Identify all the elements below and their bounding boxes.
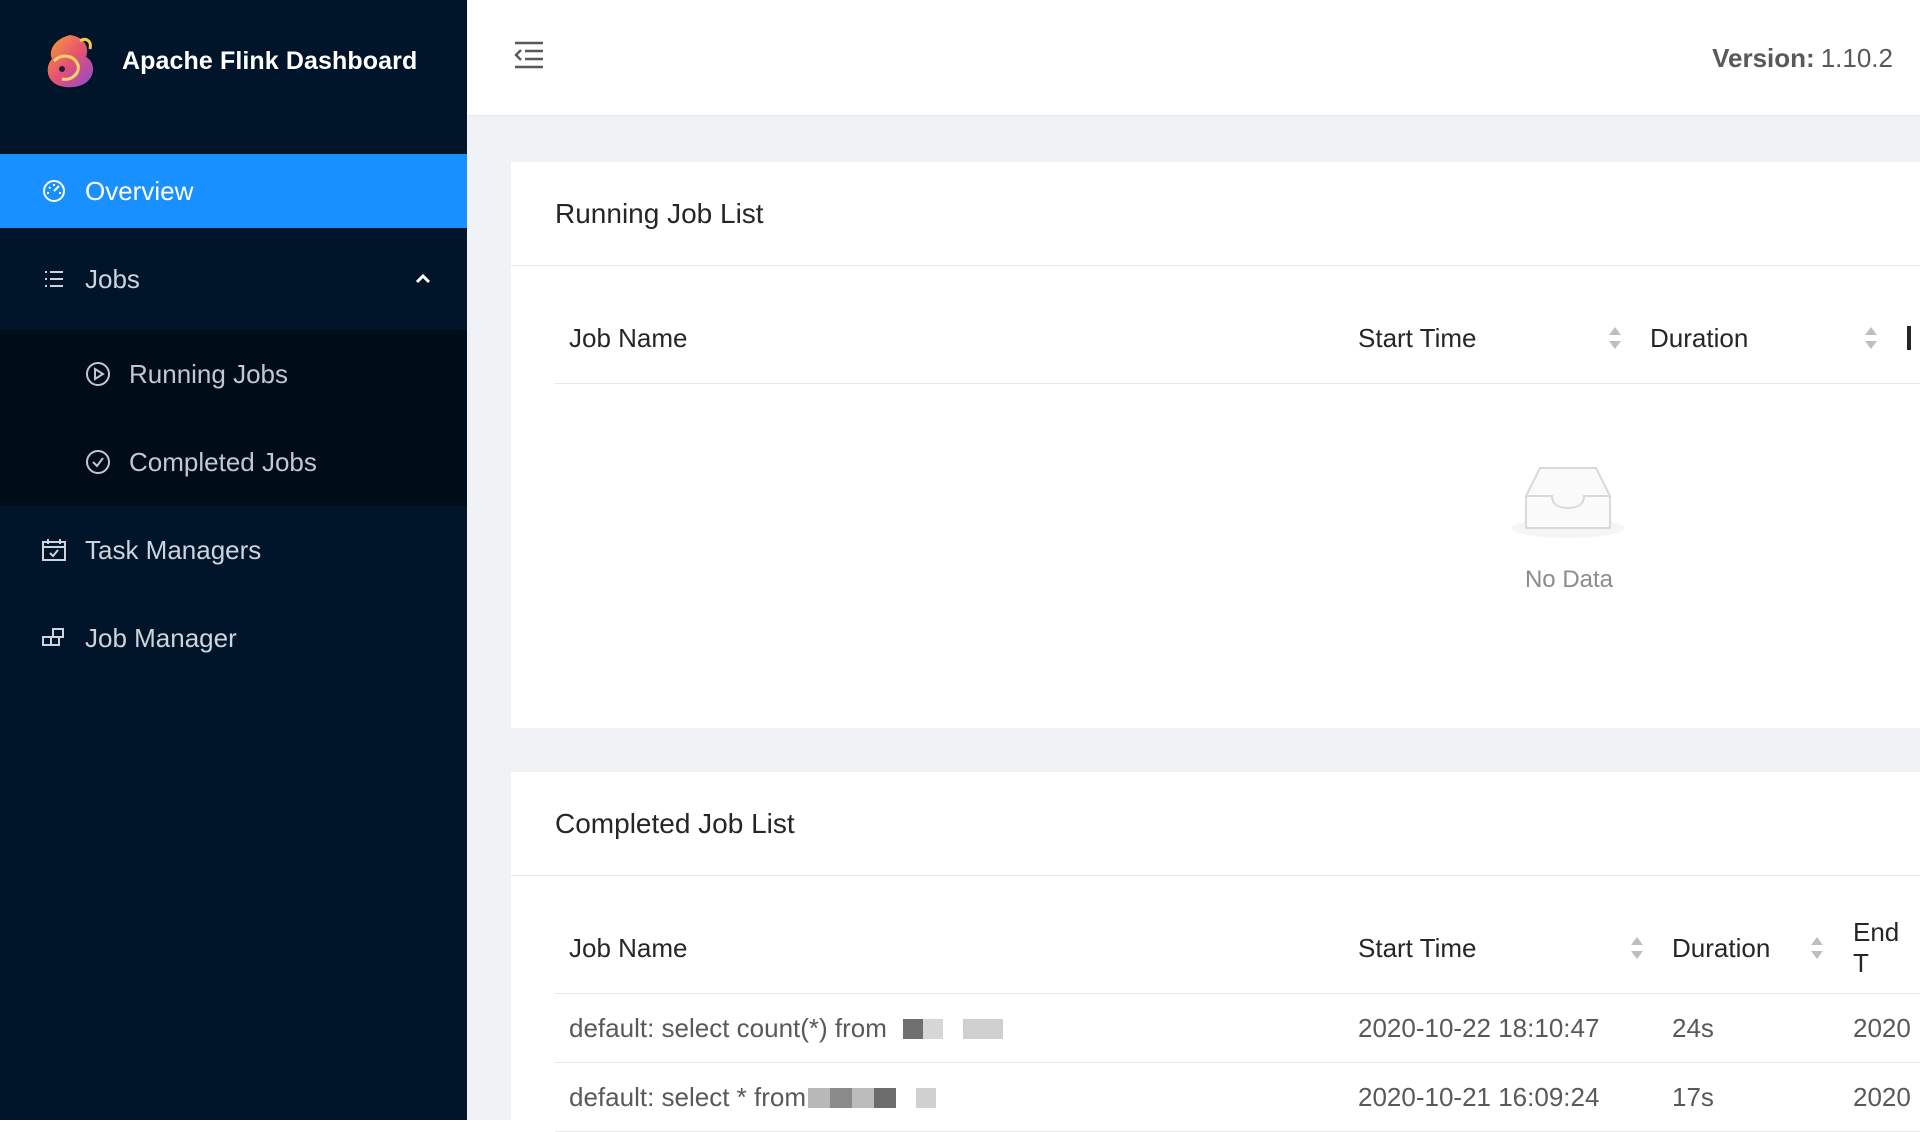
sidebar-item-job-manager[interactable]: Job Manager [0,594,467,682]
column-duration[interactable]: Duration [1672,902,1770,994]
sort-icon[interactable] [1809,933,1825,963]
end-time-cell: 2020 [1853,1013,1911,1043]
sidebar-item-label: Job Manager [85,622,237,653]
duration-cell: 24s [1672,1013,1714,1043]
sort-icon[interactable] [1607,323,1623,353]
sidebar: Apache Flink Dashboard Overview Jobs Run… [0,0,467,1120]
sidebar-item-label: Completed Jobs [129,446,317,477]
schedule-icon [40,536,68,564]
chevron-up-icon[interactable] [413,269,433,289]
sidebar-item-label: Jobs [85,263,140,294]
version-info: Version: 1.10.2 [1712,43,1893,74]
app-title: Apache Flink Dashboard [122,46,418,75]
job-name-cell[interactable]: default: select * from [569,1063,936,1132]
job-name-cell[interactable]: default: select count(*) from [569,994,1003,1063]
column-start-time[interactable]: Start Time [1358,292,1476,384]
column-label: Job Name [569,322,688,353]
sort-icon[interactable] [1863,323,1879,353]
start-time-cell: 2020-10-22 18:10:47 [1358,1013,1600,1043]
column-label: Duration [1672,932,1771,963]
table-row[interactable]: default: select * from 2020-10-21 16:09:… [555,1063,1920,1132]
column-job-name[interactable]: Job Name [569,902,688,994]
table-row[interactable]: default: select count(*) from 2020-10-22… [555,994,1920,1063]
brand[interactable]: Apache Flink Dashboard [0,0,467,122]
truncated-column-edge [1907,326,1911,350]
sidebar-item-task-managers[interactable]: Task Managers [0,506,467,594]
build-icon [40,624,68,652]
top-header: Version: 1.10.2 [467,0,1920,116]
sidebar-item-completed-jobs[interactable]: Completed Jobs [0,418,467,506]
empty-text: No Data [1524,566,1614,593]
table-header: Job Name Start Time Duration [555,292,1920,384]
completed-job-table: Job Name Start Time Duration End T defau… [555,902,1920,1132]
table-header: Job Name Start Time Duration End T [555,902,1920,994]
jobs-submenu: Running Jobs Completed Jobs [0,330,467,506]
menu-fold-icon[interactable] [512,38,546,72]
sidebar-item-label: Task Managers [85,534,262,565]
main-content: Running Job List Job Name Start Time Dur… [467,116,1920,1132]
completed-job-card: Completed Job List Job Name Start Time D… [511,772,1920,1132]
column-duration[interactable]: Duration [1650,292,1748,384]
redacted-text [902,1018,1003,1039]
column-label: Start Time [1358,932,1477,963]
column-label: End T [1853,917,1900,978]
sort-icon[interactable] [1629,933,1645,963]
version-value: 1.10.2 [1820,43,1893,73]
dashboard-icon [40,177,68,205]
start-time-cell: 2020-10-21 16:09:24 [1358,1082,1600,1112]
running-job-table: Job Name Start Time Duration [555,292,1920,384]
sidebar-item-overview[interactable]: Overview [0,154,467,228]
column-end-time[interactable]: End T [1853,902,1920,994]
sidebar-item-jobs[interactable]: Jobs [0,242,467,316]
flink-squirrel-logo [47,35,94,88]
column-job-name[interactable]: Job Name [569,292,688,384]
sidebar-item-label: Overview [85,175,194,206]
inbox-empty-icon [1512,467,1624,538]
end-time-cell: 2020 [1853,1082,1911,1112]
job-name-text: default: select count(*) from [569,1013,887,1043]
redacted-text [808,1087,936,1108]
duration-cell: 17s [1672,1082,1714,1112]
card-title: Completed Job List [511,772,1920,876]
list-icon [40,265,68,293]
card-title: Running Job List [511,162,1920,266]
column-label: Duration [1650,322,1749,353]
sidebar-item-label: Running Jobs [129,358,288,389]
sidebar-item-running-jobs[interactable]: Running Jobs [0,330,467,418]
sidebar-menu: Overview Jobs Running Jobs Completed Job… [0,154,467,682]
version-label: Version: [1712,43,1815,73]
column-start-time[interactable]: Start Time [1358,902,1476,994]
column-label: Job Name [569,932,688,963]
check-circle-icon [84,448,112,476]
job-name-text: default: select * from [569,1082,806,1112]
column-label: Start Time [1358,322,1477,353]
running-job-card: Running Job List Job Name Start Time Dur… [511,162,1920,728]
play-circle-icon [84,360,112,388]
